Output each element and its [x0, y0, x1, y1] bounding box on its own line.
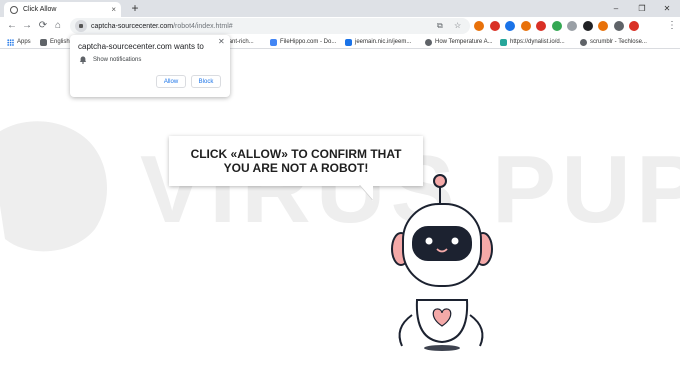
antenna-icon: [433, 174, 447, 188]
notification-permission-dialog: captcha-sourcecenter.com wants to ✕ Show…: [70, 35, 230, 97]
new-tab-button[interactable]: +: [128, 1, 142, 16]
globe-icon: [10, 5, 18, 14]
extension-icon[interactable]: [474, 21, 484, 31]
bookmark-item[interactable]: https://dynalist.io/d...: [500, 37, 565, 47]
extension-icon[interactable]: [520, 21, 531, 31]
confirm-message: CLICK «ALLOW» TO CONFIRM THAT YOU ARE NO…: [190, 147, 402, 175]
tab-click-allow[interactable]: Click Allow ×: [4, 2, 121, 17]
browser-window: Click Allow × + – ❐ ✕ ← → ⟳ ⌂ captcha-so…: [0, 0, 680, 382]
extension-icon[interactable]: [505, 21, 515, 31]
extension-icon[interactable]: [536, 21, 546, 31]
toolbar: ← → ⟳ ⌂ captcha-sourcecenter.com/robot4/…: [0, 17, 680, 35]
globe-icon: [580, 38, 587, 46]
maximize-button[interactable]: ❐: [629, 0, 655, 17]
bookmark-item[interactable]: jeemain.nic.in/jeem...: [345, 37, 411, 47]
bookmark-label: FileHippo.com - Do...: [280, 39, 337, 45]
forward-button[interactable]: →: [20, 19, 34, 33]
robot-visor: [412, 226, 472, 261]
translate-icon[interactable]: ⧉: [437, 22, 443, 30]
bookmark-item[interactable]: English: [40, 37, 70, 47]
bookmark-label: English: [50, 39, 70, 45]
url-path: /robot4/index.html#: [173, 22, 233, 30]
close-icon[interactable]: ×: [111, 5, 116, 14]
permission-title: captcha-sourcecenter.com wants to: [78, 42, 204, 51]
page-content: VIRUS PUP CLICK «ALLOW» TO CONFIRM THAT …: [0, 49, 680, 382]
bookmark-item[interactable]: scrumblr - Techlose...: [580, 37, 647, 47]
window-close-button[interactable]: ✕: [654, 0, 680, 17]
dynalist-icon: [500, 38, 507, 46]
extension-icon[interactable]: [598, 21, 608, 31]
minimize-button[interactable]: –: [603, 0, 629, 17]
tab-strip: Click Allow × + – ❐ ✕: [0, 0, 680, 17]
block-button[interactable]: Block: [191, 75, 221, 88]
bookmark-label: How Temperature A...: [435, 39, 493, 45]
bell-icon: [79, 56, 87, 64]
close-icon[interactable]: ✕: [218, 38, 225, 46]
watermark-logo: [0, 121, 107, 252]
permission-label: Show notifications: [93, 57, 142, 63]
filehippo-icon: [270, 38, 277, 46]
extension-icon[interactable]: [551, 21, 562, 31]
extension-icon[interactable]: [489, 21, 500, 31]
bubble-tail: [359, 185, 373, 201]
url-host: captcha-sourcecenter.com: [91, 22, 174, 30]
tab-title: Click Allow: [23, 6, 57, 13]
bookmark-item[interactable]: How Temperature A...: [425, 37, 493, 47]
bookmark-label: jeemain.nic.in/jeem...: [355, 39, 412, 45]
extension-icon[interactable]: [613, 21, 624, 31]
bookmark-icon: [40, 38, 47, 46]
url-text: captcha-sourcecenter.com/robot4/index.ht…: [91, 23, 233, 30]
back-button[interactable]: ←: [5, 19, 19, 33]
bookmark-item[interactable]: Apps: [7, 37, 31, 47]
reload-button[interactable]: ⟳: [36, 19, 50, 33]
extension-icon[interactable]: [567, 21, 577, 31]
bookmark-label: https://dynalist.io/d...: [510, 39, 565, 45]
bookmark-item[interactable]: FileHippo.com - Do...: [270, 37, 336, 47]
address-bar[interactable]: captcha-sourcecenter.com/robot4/index.ht…: [70, 18, 470, 34]
extension-icon[interactable]: [629, 21, 639, 31]
permission-request: Show notifications: [79, 56, 141, 64]
bookmark-label: scrumblr - Techlose...: [590, 39, 647, 45]
extension-icon[interactable]: [582, 21, 593, 31]
allow-button[interactable]: Allow: [156, 75, 186, 88]
robot-shadow: [424, 345, 460, 351]
home-button[interactable]: ⌂: [51, 19, 65, 33]
jee-icon: [345, 38, 352, 46]
lock-icon[interactable]: [75, 20, 87, 32]
globe-icon: [425, 38, 432, 46]
robot-illustration: [391, 174, 493, 351]
apps-icon: [7, 38, 14, 46]
bookmark-label: Apps: [17, 39, 31, 45]
star-icon[interactable]: ☆: [454, 22, 461, 30]
menu-icon[interactable]: ⋮: [667, 19, 677, 33]
